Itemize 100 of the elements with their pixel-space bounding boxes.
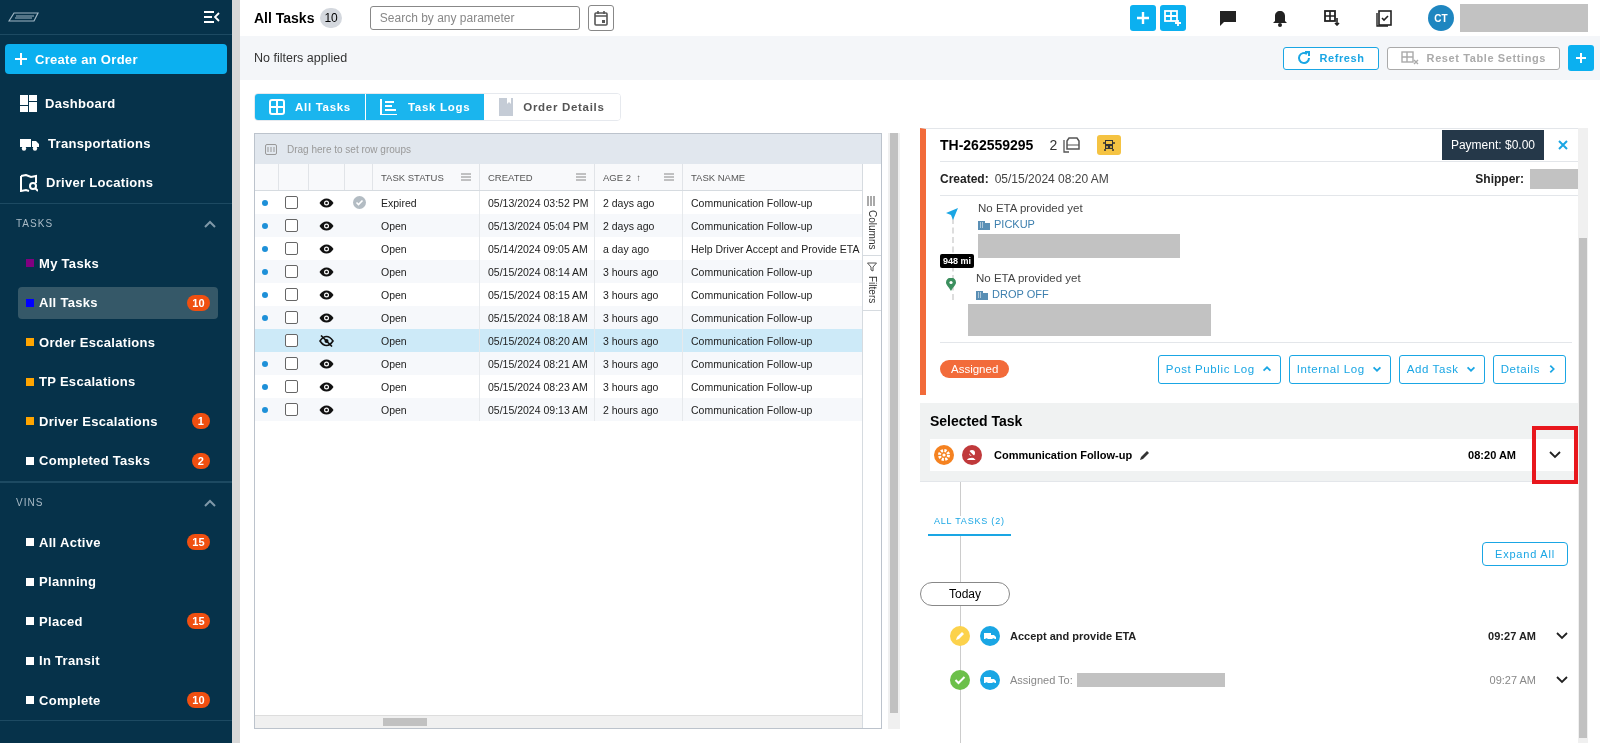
scrollbar[interactable]	[232, 0, 240, 743]
sidebar-item[interactable]: In Transit	[18, 644, 218, 677]
eye-icon[interactable]	[319, 358, 334, 369]
eye-icon[interactable]	[319, 266, 334, 277]
sidebar-item[interactable]: Completed Tasks 2	[18, 444, 218, 477]
scrollbar-thumb[interactable]	[1579, 238, 1587, 738]
count-badge: 10	[320, 8, 342, 28]
eye-icon[interactable]	[319, 381, 334, 392]
table-row[interactable]: Open 05/15/2024 08:21 AM 3 hours ago Communication Follow-up	[255, 352, 862, 375]
side-panel-tab[interactable]: Filters	[863, 256, 881, 311]
user-avatar[interactable]: CT	[1428, 5, 1454, 31]
redacted-block	[1530, 168, 1578, 189]
count-badge: 10	[187, 294, 210, 311]
sidebar-item[interactable]: Placed 15	[18, 605, 218, 638]
map-search-icon	[20, 173, 38, 192]
sidebar-item[interactable]: TP Escalations	[18, 365, 218, 398]
eye-icon[interactable]	[319, 220, 334, 231]
pencil-icon	[950, 626, 970, 646]
collapse-menu-icon[interactable]	[204, 11, 220, 23]
sidebar-item[interactable]: My Tasks	[18, 247, 218, 280]
eye-icon[interactable]	[319, 243, 334, 254]
table-row[interactable]: Open 05/15/2024 08:18 AM 3 hours ago Communication Follow-up	[255, 306, 862, 329]
nav-item[interactable]: Driver Locations	[0, 163, 232, 203]
logo-icon	[8, 11, 40, 23]
row-checkbox[interactable]	[285, 219, 298, 232]
table-row[interactable]: Open 05/15/2024 09:13 AM 2 hours ago Communication Follow-up	[255, 398, 862, 421]
user-off-icon	[962, 445, 982, 465]
navigation-arrow-icon	[946, 208, 958, 220]
column-header[interactable]: AGE 2 ↑	[595, 164, 683, 190]
table-download-icon[interactable]	[1324, 10, 1340, 26]
sidebar-item[interactable]: Driver Escalations 1	[18, 405, 218, 438]
column-header[interactable]: TASK NAME	[683, 164, 863, 190]
calendar-button[interactable]	[587, 5, 614, 31]
sidebar-item[interactable]: Order Escalations	[18, 326, 218, 359]
row-checkbox[interactable]	[285, 357, 298, 370]
clipboard-check-icon[interactable]	[1376, 9, 1392, 27]
log-title: Assigned To:	[1010, 674, 1073, 686]
row-checkbox[interactable]	[285, 196, 298, 209]
chevron-down-icon[interactable]	[1556, 632, 1568, 640]
columns-icon	[867, 196, 877, 206]
row-checkbox[interactable]	[285, 311, 298, 324]
pencil-icon[interactable]	[1140, 450, 1151, 460]
table-cell-text: Communication Follow-up	[690, 310, 814, 326]
chat-icon[interactable]	[1220, 10, 1236, 26]
count-badge: 15	[187, 613, 210, 630]
log-time: 09:27 AM	[1488, 630, 1536, 642]
shipper-label: Shipper:	[1475, 171, 1524, 186]
count-badge: 1	[192, 413, 210, 430]
calendar-icon	[593, 10, 608, 26]
nav-item[interactable]: Transportations	[0, 123, 232, 163]
table-cell-text: Communication Follow-up	[690, 287, 814, 303]
expand-button[interactable]	[1532, 426, 1578, 484]
list-chart-icon	[379, 98, 398, 115]
eye-off-icon[interactable]	[319, 334, 334, 347]
table-cell: 2 hours ago	[595, 398, 683, 421]
page-title: All Tasks	[254, 10, 315, 26]
eye-icon[interactable]	[319, 197, 334, 208]
column-header[interactable]: CREATED	[480, 164, 595, 190]
group-hint-text: Drag here to set row groups	[287, 143, 411, 155]
chevron-down-icon[interactable]	[1556, 676, 1568, 684]
eye-icon[interactable]	[319, 404, 334, 415]
table-row[interactable]: Open 05/13/2024 05:04 PM 2 days ago Communication Follow-up	[255, 214, 862, 237]
scrollbar-thumb[interactable]	[383, 718, 427, 726]
scrollbar-thumb[interactable]	[890, 133, 898, 713]
plus-icon	[1575, 52, 1587, 64]
sidebar-item[interactable]: All Active 15	[18, 526, 218, 559]
table-reset-icon	[1400, 51, 1419, 65]
row-checkbox[interactable]	[285, 265, 298, 278]
row-checkbox[interactable]	[285, 380, 298, 393]
sidebar-item[interactable]: All Tasks 10	[18, 286, 218, 319]
close-icon[interactable]	[1558, 140, 1568, 150]
status-badge: Assigned	[940, 360, 1010, 378]
plus-icon	[1136, 11, 1150, 25]
filter-status-text: No filters applied	[254, 51, 348, 65]
table-cell-text: Communication Follow-up	[690, 356, 814, 372]
created-label: Created:	[940, 171, 989, 186]
stop-link[interactable]: DROP OFF	[976, 288, 1211, 300]
chevron-icon[interactable]	[204, 219, 216, 228]
row-checkbox[interactable]	[285, 334, 298, 347]
row-checkbox[interactable]	[285, 242, 298, 255]
side-panel-tab[interactable]: Columns	[863, 190, 881, 257]
row-checkbox[interactable]	[285, 288, 298, 301]
building-icon	[976, 288, 988, 300]
column-header[interactable]: TASK STATUS	[373, 164, 480, 190]
refresh-icon	[1297, 51, 1312, 65]
count-badge: 2	[192, 452, 210, 469]
eye-icon[interactable]	[319, 289, 334, 300]
table-cell-text: Communication Follow-up	[690, 379, 814, 395]
sidebar-item[interactable]: Complete 10	[18, 684, 218, 717]
payment-label: Payment: $0.00	[1441, 130, 1544, 160]
chevron-icon[interactable]	[204, 498, 216, 507]
eye-icon[interactable]	[319, 312, 334, 323]
table-row[interactable]: Open 05/15/2024 08:20 AM 3 hours ago Communication Follow-up	[255, 329, 862, 352]
stop-link[interactable]: PICKUP	[978, 218, 1180, 230]
table-row[interactable]: Open 05/15/2024 08:14 AM 3 hours ago Communication Follow-up	[255, 260, 862, 283]
notification-bell-icon[interactable]	[1272, 9, 1288, 27]
nav-item[interactable]: Dashboard	[0, 84, 232, 124]
search-field[interactable]: Search by any parameter	[369, 6, 580, 30]
row-checkbox[interactable]	[285, 403, 298, 416]
sidebar-item[interactable]: Planning	[18, 565, 218, 598]
